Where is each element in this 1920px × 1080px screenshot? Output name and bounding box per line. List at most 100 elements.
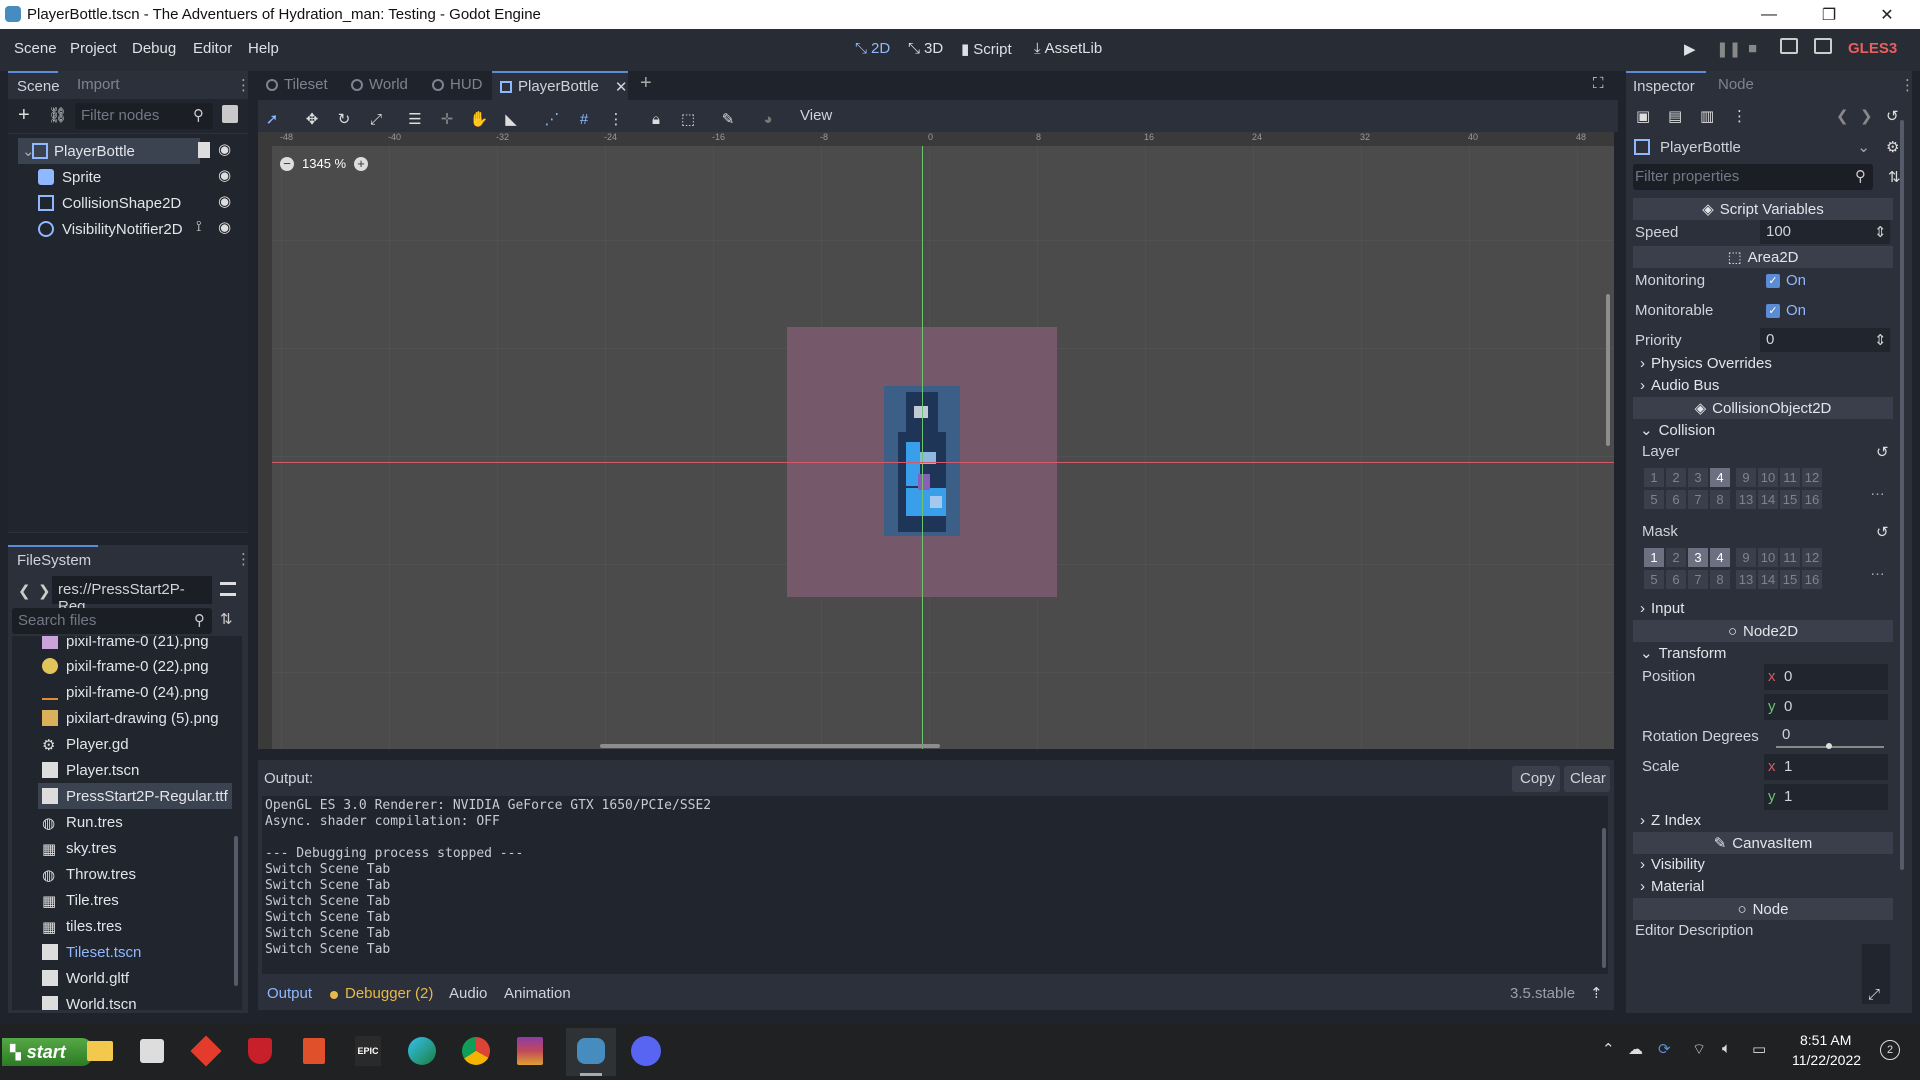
shield-icon[interactable] [242, 1033, 278, 1069]
object-tools-icon[interactable]: ⚙ [1886, 138, 1899, 156]
monitoring-checkbox[interactable]: ✓ On [1766, 272, 1806, 289]
bit-1[interactable]: 1 [1644, 468, 1664, 487]
tab-node[interactable]: Node [1718, 76, 1754, 93]
app-red-diamond-icon[interactable] [188, 1033, 224, 1069]
file-item[interactable]: Tileset.tscn [42, 939, 141, 965]
restore-button[interactable]: ❐ [1800, 0, 1858, 29]
section-area2d[interactable]: ⬚ Area2D [1633, 246, 1893, 268]
zoom-in-icon[interactable]: + [354, 156, 369, 171]
zoom-out-icon[interactable]: − [280, 156, 294, 171]
rotate-tool-icon[interactable]: ↻ [331, 108, 357, 130]
bit-4[interactable]: 4 [1710, 548, 1730, 567]
file-item[interactable]: pixil-frame-0 (22).png [42, 653, 209, 679]
fold-material[interactable]: › Material [1640, 878, 1704, 895]
mode-script-button[interactable]: ▮ Script [961, 40, 1012, 59]
start-button[interactable]: ▚ start [2, 1038, 92, 1066]
fold-physics-overrides[interactable]: › Physics Overrides [1640, 355, 1772, 372]
bit-13[interactable]: 13 [1736, 490, 1756, 509]
fold-input[interactable]: › Input [1640, 600, 1684, 617]
close-button[interactable]: ✕ [1858, 0, 1916, 29]
visibility-eye-icon[interactable]: ◉ [218, 218, 231, 236]
fold-z-index[interactable]: › Z Index [1640, 812, 1701, 829]
chrome-icon[interactable] [458, 1033, 494, 1069]
play-custom-scene-icon[interactable] [1814, 38, 1832, 54]
bit-6[interactable]: 6 [1666, 490, 1686, 509]
section-script-variables[interactable]: ◈ Script Variables [1633, 198, 1893, 220]
layout-toggle-icon[interactable] [220, 582, 236, 596]
filter-properties-input[interactable]: Filter properties ⚲ [1633, 164, 1873, 190]
save-icon[interactable]: ▥ [1700, 107, 1714, 125]
history-back-icon[interactable]: ❮ [1836, 107, 1849, 125]
pivot-icon[interactable]: ✛ [434, 108, 460, 130]
more-dots-icon[interactable]: … [1870, 482, 1885, 499]
clock-time[interactable]: 8:51 AM [1800, 1032, 1851, 1048]
expand-panel-icon[interactable]: ⇡ [1590, 984, 1603, 1002]
visibility-eye-icon[interactable]: ◉ [218, 166, 231, 184]
visibility-eye-icon[interactable]: ◉ [218, 192, 231, 210]
tab-tileset[interactable]: Tileset [266, 76, 328, 93]
expand-icon[interactable]: ⤢ [1868, 986, 1880, 1003]
list-select-icon[interactable]: ☰ [402, 108, 428, 130]
bit-13[interactable]: 13 [1736, 570, 1756, 589]
mode-assetlib-button[interactable]: ⤓ AssetLib [1034, 40, 1102, 57]
output-log[interactable]: OpenGL ES 3.0 Renderer: NVIDIA GeForce G… [262, 796, 1608, 974]
file-item[interactable]: ◍ Run.tres [42, 809, 123, 835]
output-scrollbar[interactable] [1602, 828, 1606, 968]
tab-playerbottle[interactable]: PlayerBottle ✕ [492, 71, 628, 100]
bit-1[interactable]: 1 [1644, 548, 1664, 567]
tree-node-sprite[interactable]: Sprite [38, 164, 278, 190]
bit-5[interactable]: 5 [1644, 490, 1664, 509]
tab-hud[interactable]: HUD [432, 76, 483, 93]
horizontal-scrollbar[interactable] [600, 744, 940, 748]
dock-menu-icon[interactable]: ⋮ [236, 76, 251, 94]
edge-icon[interactable] [404, 1033, 440, 1069]
link-icon[interactable]: ⛓ [48, 106, 67, 124]
fold-audio-bus[interactable]: › Audio Bus [1640, 377, 1719, 394]
view-menu[interactable]: View [800, 107, 832, 124]
godot-icon[interactable] [573, 1033, 609, 1069]
discord-icon[interactable] [628, 1033, 664, 1069]
section-node[interactable]: ○ Node [1633, 898, 1893, 920]
bit-7[interactable]: 7 [1688, 490, 1708, 509]
fold-transform[interactable]: ⌄ Transform [1640, 644, 1726, 663]
mode-2d-button[interactable]: ⤡ 2D [855, 40, 890, 57]
position-y-field[interactable]: y0 [1764, 694, 1888, 720]
grid-snap-icon[interactable]: # [571, 108, 597, 130]
speed-spinbox[interactable]: 100 ⇕ [1760, 220, 1890, 244]
rotation-slider[interactable]: 0 [1772, 724, 1888, 750]
tree-node-visibilitynotifier2d[interactable]: VisibilityNotifier2D [38, 216, 278, 242]
onedrive-icon[interactable]: ☁ [1628, 1040, 1643, 1058]
bit-5[interactable]: 5 [1644, 570, 1664, 589]
winrar-icon[interactable] [512, 1033, 548, 1069]
bit-8[interactable]: 8 [1710, 490, 1730, 509]
file-item[interactable]: World.tscn [42, 991, 137, 1010]
more-icon[interactable]: ⋮ [1732, 107, 1747, 125]
bit-3[interactable]: 3 [1688, 548, 1708, 567]
section-node2d[interactable]: ○ Node2D [1633, 620, 1893, 642]
collapse-icon[interactable]: ⌄ [22, 142, 35, 160]
menu-project[interactable]: Project [70, 40, 117, 57]
bone-icon[interactable]: ✎ [715, 108, 741, 130]
scale-y-field[interactable]: y1 [1764, 784, 1888, 810]
tab-animation[interactable]: Animation [504, 985, 571, 1002]
file-item[interactable]: pixilart-drawing (5).png [42, 705, 219, 731]
file-item-selected[interactable]: PressStart2P-Regular.ttf [38, 783, 232, 809]
position-x-field[interactable]: x0 [1764, 664, 1888, 690]
office-icon[interactable] [296, 1033, 332, 1069]
bit-12[interactable]: 12 [1802, 548, 1822, 567]
file-item[interactable]: ⚙ Player.gd [42, 731, 129, 757]
tab-inspector[interactable]: Inspector [1626, 71, 1706, 98]
pan-tool-icon[interactable]: ✋ [466, 108, 492, 130]
scale-tool-icon[interactable]: ⤢ [363, 108, 389, 130]
open-folder-icon[interactable]: ▤ [1668, 107, 1682, 125]
scrollbar[interactable] [234, 836, 238, 986]
signal-icon[interactable]: ⟟ [196, 218, 202, 235]
battery-icon[interactable]: ▭ [1752, 1040, 1766, 1058]
wifi-icon[interactable]: ⌔ [1692, 1040, 1706, 1059]
bit-15[interactable]: 15 [1780, 490, 1800, 509]
file-item[interactable]: ▦ sky.tres [42, 835, 117, 861]
fullscreen-icon[interactable]: ⛶ [1593, 75, 1604, 92]
new-resource-icon[interactable]: ▣ [1636, 107, 1650, 125]
play-icon[interactable]: ▶ [1684, 40, 1696, 58]
filter-nodes-input[interactable]: Filter nodes ⚲ [75, 103, 213, 129]
